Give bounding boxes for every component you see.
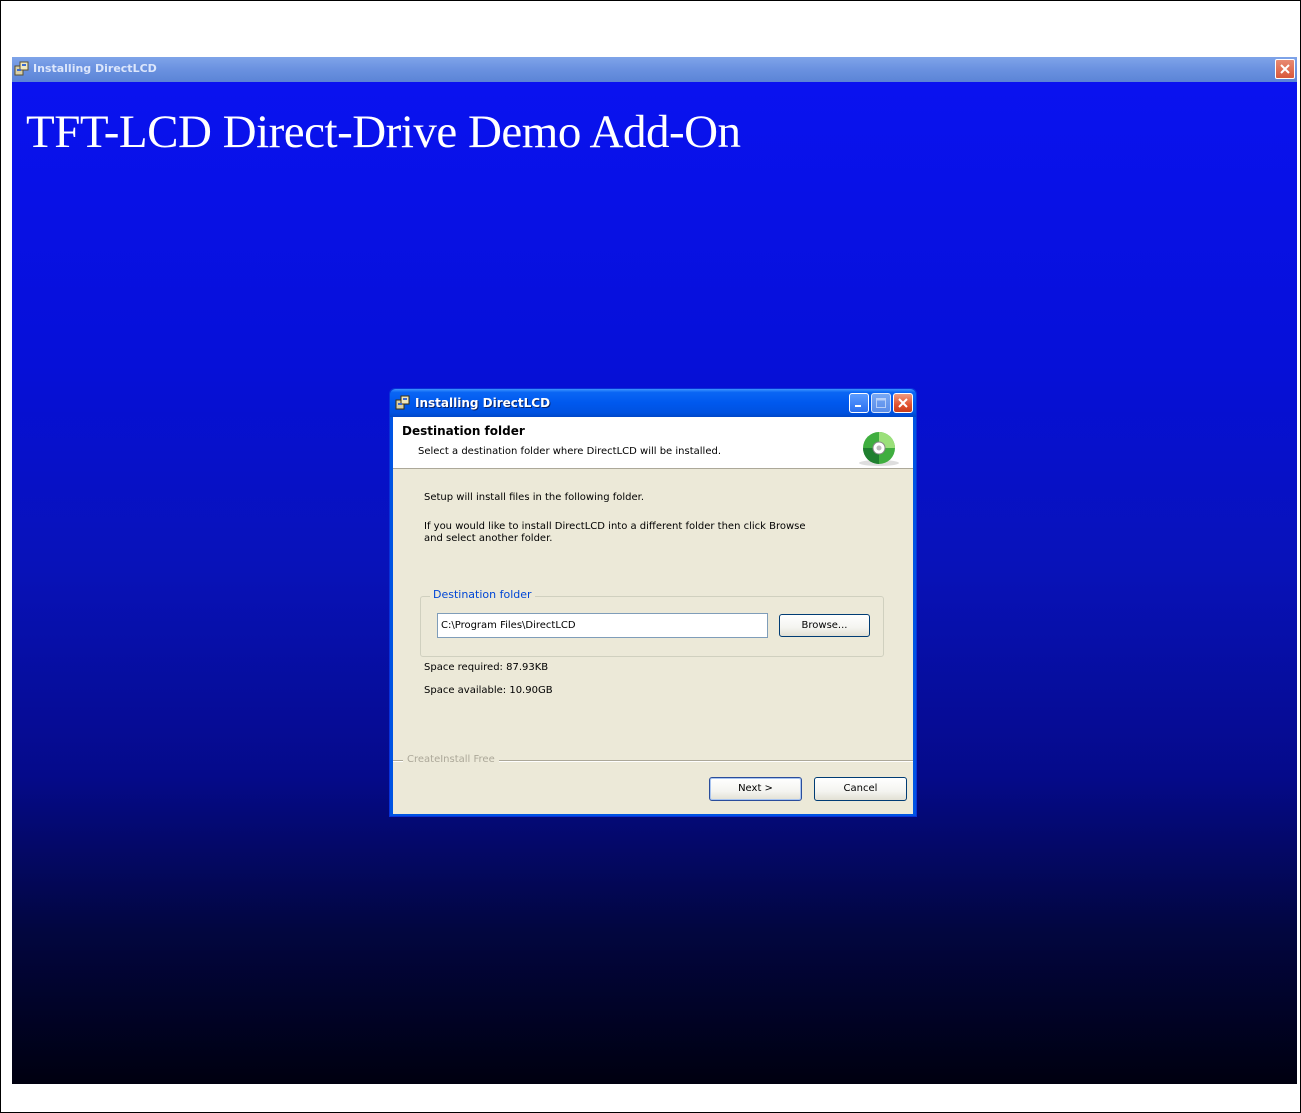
install-dialog: Installing DirectLCD Destination folder …: [389, 388, 917, 817]
header-title: Destination folder: [402, 424, 525, 438]
minimize-icon: [855, 405, 861, 407]
page-headline: TFT-LCD Direct-Drive Demo Add-On: [26, 106, 741, 158]
setup-app-icon: [14, 61, 30, 77]
footer-brand: CreateInstall Free: [403, 754, 499, 765]
maximize-icon: [876, 398, 886, 408]
installer-background-window: Installing DirectLCD TFT-LCD Direct-Driv…: [12, 57, 1297, 1084]
browse-button[interactable]: Browse...: [779, 614, 870, 637]
body-line-2a: If you would like to install DirectLCD i…: [424, 521, 806, 532]
dialog-title: Installing DirectLCD: [415, 396, 551, 410]
maximize-button: [871, 393, 891, 413]
cd-disc-icon: [857, 429, 905, 471]
destination-folder-group: Destination folder Browse...: [420, 588, 884, 657]
dialog-close-button[interactable]: [893, 393, 913, 413]
close-icon: [898, 398, 908, 408]
header-subtitle: Select a destination folder where Direct…: [418, 446, 721, 457]
outer-close-button[interactable]: [1275, 59, 1295, 79]
dialog-body: Destination folder Select a destination …: [393, 417, 913, 814]
setup-app-icon: [395, 395, 411, 415]
close-icon: [1280, 64, 1290, 74]
space-available: Space available: 10.90GB: [424, 685, 553, 696]
cancel-button[interactable]: Cancel: [814, 777, 907, 801]
body-line-2b: and select another folder.: [424, 533, 553, 544]
minimize-button[interactable]: [849, 393, 869, 413]
outer-window-title: Installing DirectLCD: [33, 62, 157, 75]
destination-path-input[interactable]: [437, 613, 768, 638]
next-button[interactable]: Next >: [709, 777, 802, 801]
outer-titlebar: Installing DirectLCD: [12, 57, 1297, 82]
dialog-titlebar[interactable]: Installing DirectLCD: [390, 389, 916, 417]
screenshot-frame: Installing DirectLCD TFT-LCD Direct-Driv…: [0, 0, 1301, 1113]
body-line-1: Setup will install files in the followin…: [424, 492, 645, 503]
space-required: Space required: 87.93KB: [424, 662, 549, 673]
group-legend: Destination folder: [430, 588, 535, 601]
dialog-header: Destination folder Select a destination …: [393, 417, 913, 469]
